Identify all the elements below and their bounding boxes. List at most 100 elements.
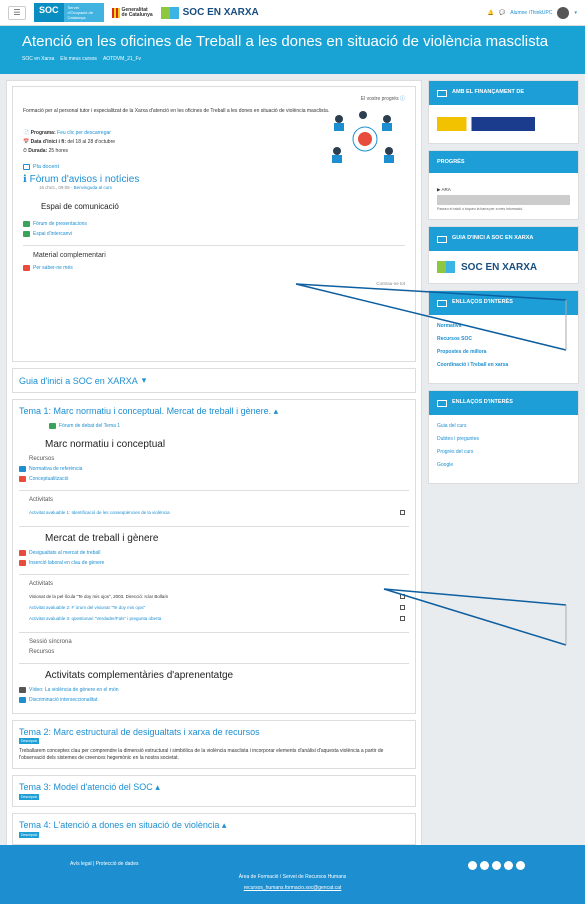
tema1-title[interactable]: Tema 1: Marc normatiu i conceptual. Merc… (19, 406, 409, 417)
links-block-2: ENLLAÇOS D'INTERÈS Guia del curs Dubtes … (428, 390, 579, 484)
collapse-all-link[interactable]: Contrau-ne tot (23, 281, 405, 286)
completion-checkbox[interactable] (400, 510, 405, 515)
generalitat-flag-icon (111, 7, 120, 18)
progress-block: PROGRÉS ▶ ARA Passeu el ratolí o toqueu … (428, 150, 579, 220)
recursos-label: Recursos (29, 649, 55, 655)
facebook-icon[interactable] (516, 861, 525, 870)
generalitat-logo: Generalitat de Catalunya (111, 7, 153, 18)
breadcrumb-item[interactable]: Els meus cursos (60, 56, 97, 62)
completion-checkbox[interactable] (400, 616, 405, 621)
normativa-link[interactable]: Normativa de referència (19, 466, 409, 472)
forum-icon (49, 423, 56, 429)
activity-row: Activitat avaluable 3: qüestionari "Verd… (19, 613, 409, 624)
block-header: ENLLAÇOS D'INTERÈS (429, 391, 578, 415)
completion-checkbox[interactable] (400, 605, 405, 610)
page-icon (19, 466, 26, 472)
page-icon (19, 550, 26, 556)
divider (19, 526, 409, 527)
tema2-text: Treballarem conceptes clau per comprendr… (19, 748, 384, 761)
activity-link[interactable]: Activitat avaluable 2: F`òrum del vision… (29, 605, 145, 610)
privacy-link[interactable]: Protecció de dades (96, 861, 139, 867)
chat-icon[interactable]: 💬 (499, 10, 505, 16)
instagram-icon[interactable] (504, 861, 513, 870)
footer-links: Avís legal | Protecció de dades (70, 861, 139, 867)
soc-xarxa-logo[interactable]: SOC EN XARXA (160, 6, 259, 19)
footer-email[interactable]: recursos_humans.formacio.soc@gencat.cat (0, 885, 585, 891)
espai-intercanvi-link[interactable]: Espai d'intercanvi (23, 231, 405, 237)
user-name: Alumne iThinkUPC (510, 9, 553, 16)
completion-checkbox[interactable] (400, 594, 405, 599)
card-icon (437, 90, 447, 97)
legal-link[interactable]: Avís legal (70, 861, 92, 867)
description-badge: Descripció (19, 738, 40, 744)
block-header: AMB EL FINANÇAMENT DE (429, 81, 578, 105)
links-list: Normativa Recursos SOC Propostes de mill… (429, 315, 578, 383)
tema2-section: Tema 2: Marc estructural de desigualtats… (12, 720, 416, 769)
activitats-label: Activitats (29, 581, 54, 587)
material-link[interactable]: Per saber-ne més (23, 265, 405, 271)
insercio-link[interactable]: Inserció laboral en clau de gènere (19, 560, 409, 566)
link-dubtes[interactable]: Dubtes i preguntes (437, 436, 570, 442)
link-normativa[interactable]: Normativa (437, 323, 570, 329)
soc-logo[interactable]: SOC Servei d'Ocupació de Catalunya (34, 3, 104, 22)
guia-logo[interactable]: SOC EN XARXA (429, 251, 578, 283)
activity-row: Activitat avaluable 2: F`òrum del vision… (19, 602, 409, 613)
forum-latest-link[interactable]: Benvinguda al curs (74, 185, 112, 190)
desigualtats-link[interactable]: Desigualtats al mercat de treball (19, 550, 409, 556)
video-link[interactable]: Vídeo: La violència de gènere en el món (19, 687, 409, 693)
conceptualitzacio-link[interactable]: Conceptualització (19, 476, 409, 482)
tema4-title[interactable]: Tema 4: L'atenció a dones en situació de… (19, 820, 409, 831)
forum-avisos-link[interactable]: ℹ Fòrum d'avisos i notícies (23, 174, 405, 185)
block-header: GUIA D'INICI A SOC EN XARXA (429, 227, 578, 251)
course-content: El vostre progrés ⓘ Formació per al pers… (6, 80, 422, 851)
progress-label: El vostre progrés ⓘ (360, 96, 405, 102)
course-header: Atenció en les oficines de Treball a les… (0, 26, 585, 74)
tema3-title[interactable]: Tema 3: Model d'atenció del SOC ▴ (19, 782, 409, 793)
recursos-label: Recursos (29, 456, 55, 462)
soc-sub-label: Servei d'Ocupació de Catalunya (63, 3, 104, 22)
guia-section[interactable]: Guia d'inici a SOC en XARXA ▾ (12, 368, 416, 393)
activity-link[interactable]: Activitat avaluable 1: Identificació de … (29, 510, 170, 515)
user-menu[interactable]: 🔔 💬 Alumne iThinkUPC ▾ (488, 6, 577, 19)
people-illustration-icon (332, 111, 394, 163)
activitats-label: Activitats (29, 497, 54, 503)
block-header: PROGRÉS (429, 151, 578, 173)
avatar[interactable] (557, 6, 570, 19)
course-description: Formació per al personal tutor i especia… (23, 108, 330, 114)
link-propostes[interactable]: Propostes de millora (437, 349, 570, 355)
breadcrumb-item[interactable]: SOC en Xarxa (22, 56, 54, 62)
linkedin-icon[interactable] (480, 861, 489, 870)
info-icon: ℹ (23, 174, 27, 185)
link-guia[interactable]: Guia del curs (437, 423, 570, 429)
link-progres[interactable]: Progrés del curs (437, 449, 570, 455)
description-badge: Descripció (19, 794, 40, 800)
chevron-down-icon[interactable]: ▾ (574, 10, 577, 16)
clock-icon: ⏱ (23, 148, 27, 154)
soc-xarxa-label: SOC EN XARXA (182, 7, 259, 18)
link-recursos[interactable]: Recursos SOC (437, 336, 570, 342)
link-coordinacio[interactable]: Coordinació i Treball en xarxa (437, 362, 570, 368)
link-google[interactable]: Google (437, 462, 570, 468)
discriminacio-link[interactable]: Discriminació interseccionalitat (19, 697, 409, 703)
help-icon[interactable]: ⓘ (400, 96, 405, 102)
forum-presentacions-link[interactable]: Fòrum de presentacions (23, 221, 405, 227)
programa-link[interactable]: Feu clic per descarregar (57, 130, 111, 136)
divider (23, 245, 405, 246)
progress-bar[interactable] (437, 195, 570, 205)
menu-icon[interactable]: ☰ (8, 5, 26, 20)
soc-label: SOC (34, 3, 64, 22)
breadcrumb-item[interactable]: AOTDVM_21_Fv (103, 56, 141, 62)
document-icon: 📄 (23, 130, 30, 136)
bell-icon[interactable]: 🔔 (488, 10, 494, 16)
tema2-title[interactable]: Tema 2: Marc estructural de desigualtats… (19, 727, 409, 737)
tema1-forum-link[interactable]: Fòrum de debat del Tema 1 (49, 423, 409, 429)
sidebar: AMB EL FINANÇAMENT DE PROGRÉS ▶ ARA Pass… (428, 80, 579, 851)
youtube-icon[interactable] (492, 861, 501, 870)
chevron-up-icon: ▴ (273, 406, 279, 416)
activity-row: Visionat de la pel·lícula "Te doy mis oj… (19, 591, 409, 602)
breadcrumb: SOC en Xarxa Els meus cursos AOTDVM_21_F… (22, 56, 563, 62)
gen-label-2: de Catalunya (121, 11, 153, 18)
activity-link[interactable]: Activitat avaluable 3: qüestionari "Verd… (29, 616, 161, 621)
twitter-icon[interactable] (468, 861, 477, 870)
activity-row: Activitat avaluable 1: Identificació de … (19, 507, 409, 518)
